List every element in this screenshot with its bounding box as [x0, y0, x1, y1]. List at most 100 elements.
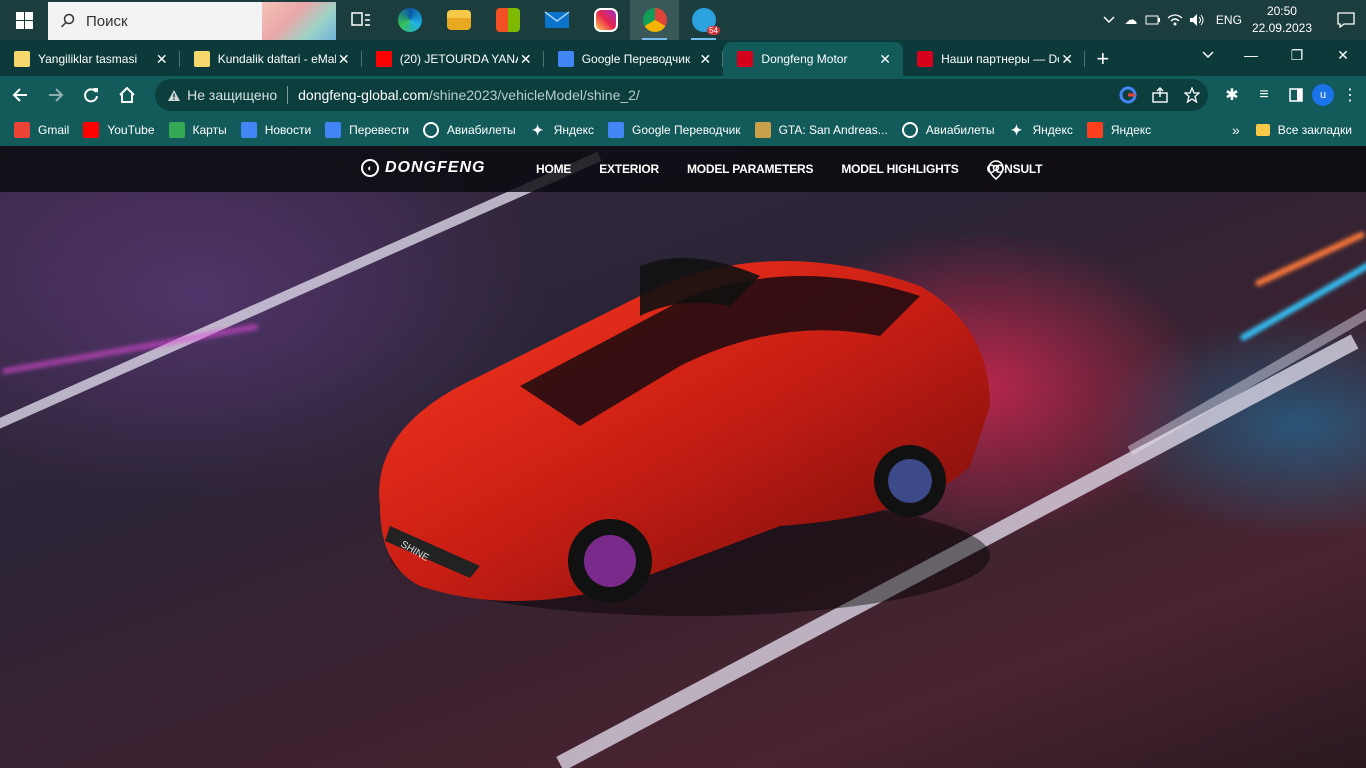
- clock-date: 22.09.2023: [1251, 21, 1312, 35]
- road-marking: [1127, 296, 1366, 456]
- bookmark-item[interactable]: Авиабилеты: [901, 122, 994, 138]
- globe-icon: [422, 122, 439, 138]
- bookmark-star-icon[interactable]: [1176, 87, 1208, 103]
- back-button[interactable]: [4, 79, 36, 111]
- language-indicator[interactable]: ENG: [1216, 13, 1242, 27]
- tab-title: Google Переводчик: [581, 52, 691, 66]
- file-explorer-button[interactable]: [434, 0, 483, 40]
- globe-icon: [901, 122, 918, 138]
- telegram-button[interactable]: 54: [679, 0, 728, 40]
- bookmark-item[interactable]: ✦ Яндекс: [1008, 121, 1073, 138]
- site-header: ◐ DONGFENG HOME EXTERIOR MODEL PARAMETER…: [0, 146, 1366, 192]
- gta-icon: [754, 122, 771, 138]
- close-tab-icon[interactable]: ✕: [336, 51, 352, 68]
- share-icon[interactable]: [1144, 87, 1176, 103]
- close-tab-icon[interactable]: ✕: [697, 51, 713, 68]
- bookmark-item[interactable]: Яндекс: [1086, 122, 1151, 138]
- translate-icon: [608, 122, 625, 138]
- mail-icon: [544, 11, 569, 28]
- store-icon: [495, 8, 520, 32]
- browser-tab[interactable]: Dongfeng Motor ✕: [723, 42, 904, 76]
- yandex-icon: [1086, 122, 1103, 138]
- tab-strip: Yangiliklar tasmasi ✕ Kundalik daftari - e…: [0, 40, 1366, 76]
- bookmark-label: Gmail: [38, 123, 70, 137]
- battery-icon[interactable]: [1142, 0, 1164, 40]
- bookmark-item[interactable]: Авиабилеты: [422, 122, 516, 138]
- tab-separator: [1084, 51, 1086, 67]
- chrome-button[interactable]: [630, 0, 679, 40]
- bookmarks-bar: Gmail YouTube Карты Новости Перевести Авиабил…: [0, 114, 1366, 146]
- warning-icon: [168, 89, 181, 101]
- onedrive-icon[interactable]: ☁: [1120, 0, 1142, 40]
- close-tab-icon[interactable]: ✕: [1059, 51, 1075, 68]
- chevron-up-icon[interactable]: [1098, 0, 1120, 40]
- brand-name: DONGFENG: [385, 159, 486, 176]
- menu-model-highlights[interactable]: MODEL HIGHLIGHTS: [841, 162, 958, 176]
- browser-tab[interactable]: Google Переводчик ✕: [544, 42, 724, 76]
- location-pin-icon[interactable]: [987, 160, 1005, 180]
- reading-list-icon[interactable]: ≡: [1248, 86, 1280, 104]
- close-tab-icon[interactable]: ✕: [877, 51, 893, 68]
- notification-button[interactable]: [1326, 0, 1366, 40]
- maps-icon: [168, 122, 185, 138]
- bookmark-item[interactable]: Карты: [168, 122, 227, 138]
- clock[interactable]: 20:50 22.09.2023: [1252, 3, 1312, 37]
- close-window-button[interactable]: ✕: [1320, 40, 1366, 70]
- side-panel-icon[interactable]: [1280, 88, 1312, 102]
- volume-icon[interactable]: [1186, 0, 1208, 40]
- store-button[interactable]: [483, 0, 532, 40]
- browser-tab[interactable]: Yangiliklar tasmasi ✕: [0, 42, 180, 76]
- address-bar[interactable]: Не защищено dongfeng-global.com/shine202…: [155, 79, 1208, 111]
- minimize-button[interactable]: —: [1228, 40, 1274, 70]
- youtube-icon: [375, 51, 392, 67]
- new-tab-button[interactable]: +: [1085, 42, 1120, 76]
- star-icon: ✦: [1010, 121, 1023, 138]
- extensions-icon[interactable]: ✱: [1216, 85, 1248, 105]
- forward-button[interactable]: [40, 79, 72, 111]
- address-divider: [287, 86, 289, 104]
- tab-title: Наши партнеры — Dongfeng: [941, 52, 1059, 66]
- browser-tab[interactable]: Наши партнеры — Dongfeng✕: [903, 42, 1086, 76]
- taskbar-search[interactable]: Поиск: [48, 2, 336, 40]
- menu-exterior[interactable]: EXTERIOR: [599, 162, 659, 176]
- browser-tab[interactable]: Kundalik daftari - eMaktab✕: [180, 42, 362, 76]
- profile-avatar[interactable]: u: [1312, 84, 1334, 106]
- bookmark-item[interactable]: Новости: [240, 122, 311, 138]
- close-tab-icon[interactable]: ✕: [154, 51, 170, 68]
- google-lens-icon[interactable]: [1112, 86, 1144, 104]
- not-secure-label[interactable]: Не защищено: [187, 87, 277, 103]
- tab-title: Dongfeng Motor: [761, 52, 848, 66]
- bookmark-item[interactable]: Перевести: [325, 122, 409, 138]
- telegram-badge: 54: [707, 26, 720, 35]
- all-bookmarks-label[interactable]: Все закладки: [1278, 123, 1352, 137]
- bookmark-label: Авиабилеты: [446, 123, 516, 137]
- bookmark-item[interactable]: Gmail: [14, 122, 69, 138]
- windows-icon: [15, 11, 33, 29]
- home-button[interactable]: [111, 79, 143, 111]
- notification-icon: [1337, 12, 1355, 28]
- edge-button[interactable]: [385, 0, 434, 40]
- dongfeng-logo[interactable]: ◐ DONGFENG: [361, 159, 485, 177]
- wifi-icon[interactable]: [1164, 0, 1186, 40]
- menu-home[interactable]: HOME: [536, 162, 571, 176]
- kebab-menu-icon[interactable]: ⋮: [1334, 85, 1366, 105]
- mail-button[interactable]: [532, 0, 581, 40]
- bookmark-item[interactable]: YouTube: [83, 122, 155, 138]
- windows-taskbar: Поиск 54 ☁ ENG 20:50 22.09.2023: [0, 0, 1366, 40]
- more-bookmarks-icon[interactable]: »: [1232, 122, 1240, 138]
- menu-model-parameters[interactable]: MODEL PARAMETERS: [687, 162, 814, 176]
- bookmark-item[interactable]: ✦ Яндекс: [530, 122, 594, 138]
- browser-tab[interactable]: (20) JETOURDA YANA ✕: [362, 42, 544, 76]
- bookmark-item[interactable]: GTA: San Andreas...: [754, 122, 888, 138]
- bookmark-item[interactable]: Google Переводчик: [608, 122, 741, 138]
- chevron-down-icon: [1202, 51, 1214, 59]
- restore-button[interactable]: ❐: [1274, 40, 1320, 70]
- tab-search-button[interactable]: [1189, 40, 1228, 70]
- start-button[interactable]: [0, 0, 48, 40]
- task-view-button[interactable]: [336, 0, 385, 40]
- dfm-icon: [917, 51, 934, 67]
- instagram-button[interactable]: [581, 0, 630, 40]
- news-icon: [240, 122, 257, 138]
- close-tab-icon[interactable]: ✕: [518, 51, 534, 68]
- reload-button[interactable]: [76, 79, 108, 111]
